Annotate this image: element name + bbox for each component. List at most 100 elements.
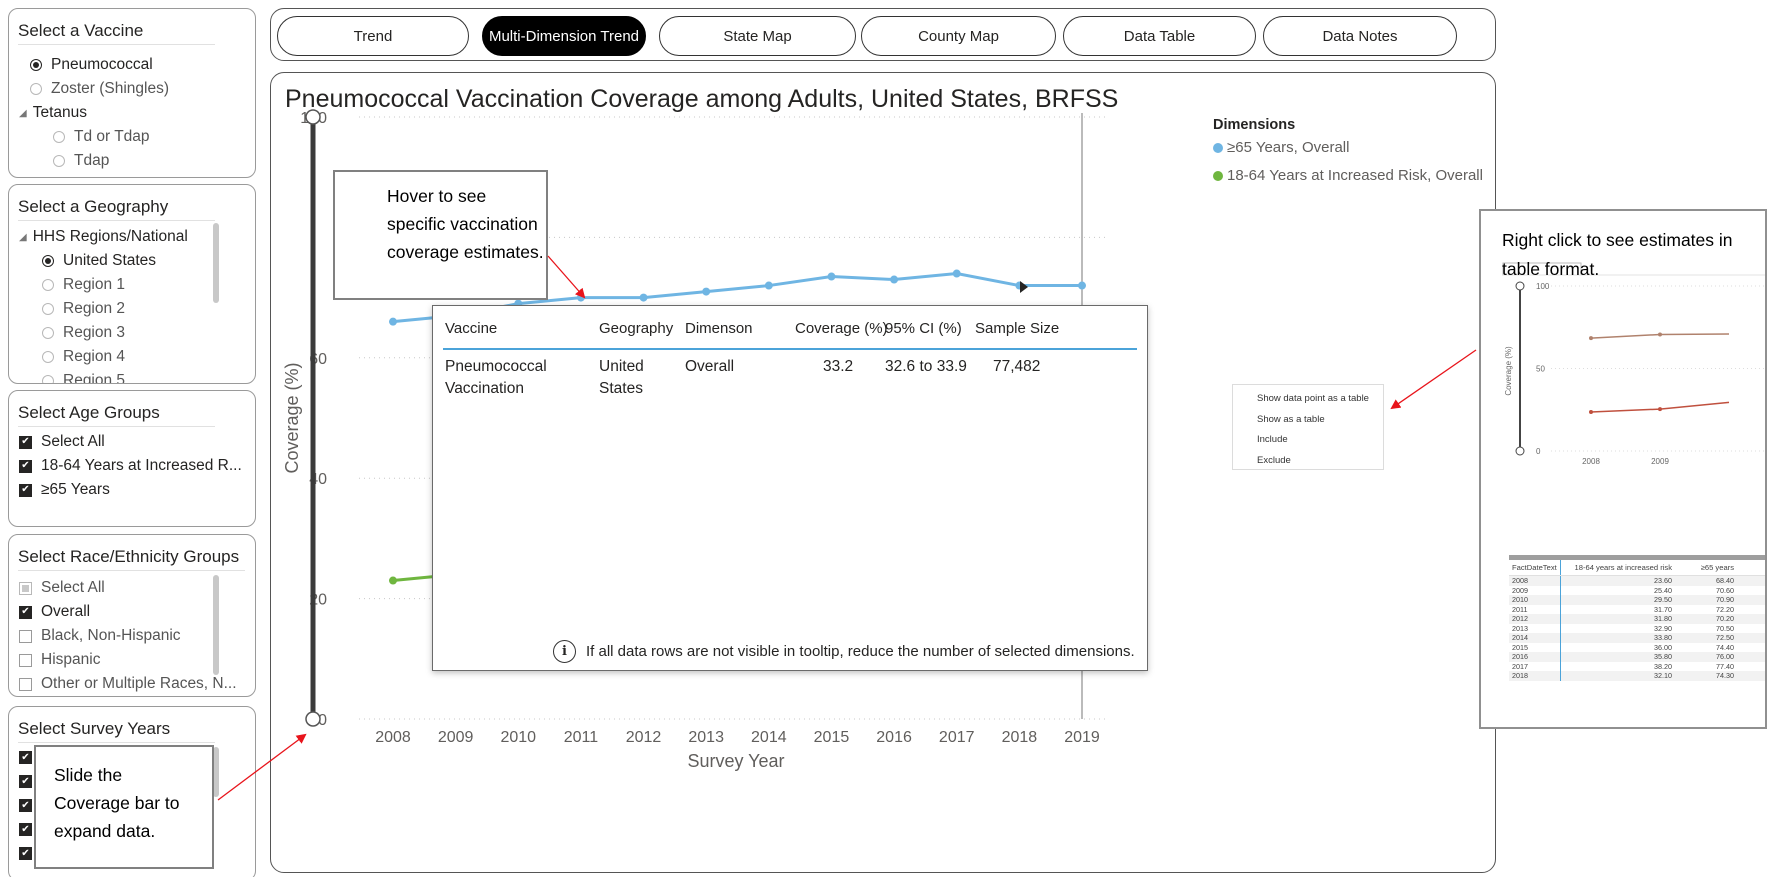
data-point: [1078, 281, 1086, 290]
inset-x-tick: 2009: [1651, 457, 1669, 466]
x-tick-label: 2011: [564, 729, 599, 746]
right-click-example-inset: 100 50 0 Coverage (%) 2008 2009 Right click t…: [1479, 209, 1767, 729]
inset-table-row: 2009 25.40 70.60: [1509, 585, 1765, 595]
tab-multi-dimension-trend[interactable]: Multi-Dimension Trend: [482, 16, 646, 56]
data-point: [890, 275, 899, 284]
vaccine-option-td-or-tdap[interactable]: Td or Tdap: [53, 128, 150, 146]
tooltip-pointer: [1020, 281, 1028, 293]
x-tick-label: 2016: [876, 729, 912, 746]
race-scrollbar[interactable]: [213, 575, 219, 675]
race-option-overall[interactable]: Overall: [19, 603, 90, 621]
inset-table-cell: 70.60: [1716, 585, 1734, 595]
geography-option-region-5[interactable]: Region 5: [42, 372, 125, 383]
tab-trend[interactable]: Trend: [277, 16, 469, 56]
checkbox-checked-icon: [19, 459, 32, 473]
menu-item-show-data-point-table[interactable]: Show data point as a table: [1257, 389, 1383, 410]
race-option-other[interactable]: Other or Multiple Races, N...: [19, 675, 237, 693]
radio-selected-icon: [30, 59, 42, 71]
inset-table-cell: 68.40: [1716, 576, 1734, 585]
inset-table-cell: 35.80: [1654, 652, 1672, 661]
inset-table-cell: 31.70: [1654, 604, 1672, 614]
x-axis-label: Survey Year: [687, 751, 784, 771]
data-point: [576, 293, 585, 302]
menu-item-include[interactable]: Include: [1257, 430, 1383, 451]
age-option-select-all[interactable]: Select All: [19, 433, 105, 451]
tooltip-header-geography: Geography: [599, 320, 674, 337]
inset-table-cell: 32.90: [1654, 623, 1672, 633]
tab-county-map[interactable]: County Map: [861, 16, 1056, 56]
radio-icon: [53, 155, 65, 167]
inset-table-header: FactDateText 18-64 years at increased ri…: [1509, 560, 1765, 576]
legend-item-65-plus[interactable]: ≥65 Years, Overall: [1213, 139, 1483, 156]
geography-filter-title: Select a Geography: [18, 195, 215, 221]
inset-table-cell: 76.00: [1716, 652, 1734, 661]
vaccine-filter-panel: Select a Vaccine Pneumococcal Zoster (Sh…: [8, 8, 256, 178]
checkbox-checked-icon: [19, 605, 32, 619]
geography-scrollbar[interactable]: [213, 223, 219, 303]
geography-filter-panel: Select a Geography ◢ HHS Regions/National…: [8, 184, 256, 384]
tab-data-table[interactable]: Data Table: [1063, 16, 1256, 56]
vaccine-group-tetanus[interactable]: ◢ Tetanus: [19, 104, 87, 122]
tab-data-notes[interactable]: Data Notes: [1263, 16, 1457, 56]
inset-table-cell: 2015: [1509, 642, 1561, 652]
age-option-65-plus[interactable]: ≥65 Years: [19, 481, 110, 499]
race-option-select-all[interactable]: Select All: [19, 579, 105, 597]
inset-data-point: [1658, 332, 1662, 337]
menu-item-show-as-table[interactable]: Show as a table: [1257, 410, 1383, 431]
menu-item-exclude[interactable]: Exclude: [1257, 451, 1383, 472]
inset-table-row: 2014 33.80 72.50: [1509, 633, 1765, 643]
callout-right-click: Right click to see estimates in table fo…: [1502, 230, 1733, 279]
inset-table-cell: 2008: [1509, 576, 1561, 586]
race-filter-panel: Select Race/Ethnicity Groups Select All …: [8, 534, 256, 697]
inset-col-year: FactDateText: [1509, 560, 1561, 575]
inset-data-point: [1658, 407, 1662, 412]
geography-option-region-4[interactable]: Region 4: [42, 348, 125, 366]
geography-option-region-3[interactable]: Region 3: [42, 324, 125, 342]
inset-table-cell: 70.50: [1716, 623, 1734, 633]
legend-marker: [1213, 170, 1223, 181]
inset-table-cell: 36.00: [1654, 642, 1672, 652]
tooltip-header-coverage: Coverage (%): [795, 320, 888, 337]
x-tick-label: 2015: [814, 729, 850, 746]
inset-table-cell: 38.20: [1654, 661, 1672, 671]
vaccine-option-zoster[interactable]: Zoster (Shingles): [30, 80, 169, 98]
tooltip-cell-coverage: 33.2: [823, 358, 854, 375]
x-tick-label: 2010: [500, 729, 536, 746]
collapse-caret-icon: ◢: [19, 231, 27, 243]
vaccine-option-tdap[interactable]: Tdap: [53, 152, 109, 170]
tooltip-header-dimension: Dimenson: [685, 320, 753, 337]
inset-table-cell: 2012: [1509, 614, 1561, 624]
x-tick-label: 2019: [1064, 729, 1100, 746]
inset-slider-handle-bottom: [1515, 446, 1525, 456]
geography-option-region-2[interactable]: Region 2: [42, 300, 125, 318]
inset-table-row: 2013 32.90 70.50: [1509, 623, 1765, 633]
years-filter-title: Select Survey Years: [18, 717, 215, 743]
age-option-18-64[interactable]: 18-64 Years at Increased R...: [19, 457, 242, 475]
inset-table-row: 2012 31.80 70.20: [1509, 614, 1765, 624]
tab-state-map[interactable]: State Map: [659, 16, 856, 56]
inset-data-point: [1589, 336, 1593, 341]
race-option-hispanic[interactable]: Hispanic: [19, 651, 100, 669]
info-icon: i: [553, 640, 576, 663]
legend-item-18-64[interactable]: 18-64 Years at Increased Risk, Overall: [1213, 167, 1483, 184]
inset-x-tick: 2008: [1582, 457, 1600, 466]
geography-group-hhs[interactable]: ◢ HHS Regions/National: [19, 228, 188, 246]
race-option-black[interactable]: Black, Non-Hispanic: [19, 627, 181, 645]
coverage-slider-handle-bottom: [305, 711, 321, 727]
inset-table-cell: 74.40: [1716, 642, 1734, 652]
inset-data-table: FactDateText 18-64 years at increased ri…: [1509, 555, 1765, 681]
checkbox-checked-icon: [19, 483, 32, 497]
inset-table-cell: 2018: [1509, 671, 1561, 681]
checkbox-partial-icon: [19, 581, 32, 595]
geography-option-region-1[interactable]: Region 1: [42, 276, 125, 294]
tooltip-header-sample-size: Sample Size: [975, 320, 1060, 337]
radio-icon: [42, 303, 54, 315]
geography-option-united-states[interactable]: United States: [42, 252, 156, 270]
vaccine-option-pneumococcal[interactable]: Pneumococcal: [30, 56, 153, 74]
legend-marker: [1213, 142, 1223, 153]
x-tick-label: 2009: [438, 729, 474, 746]
inset-table-row: 2008 23.60 68.40: [1509, 576, 1765, 586]
inset-table-row: 2017 38.20 77.40: [1509, 661, 1765, 671]
inset-table-cell: 72.50: [1716, 633, 1734, 642]
legend-title: Dimensions: [1213, 117, 1296, 133]
